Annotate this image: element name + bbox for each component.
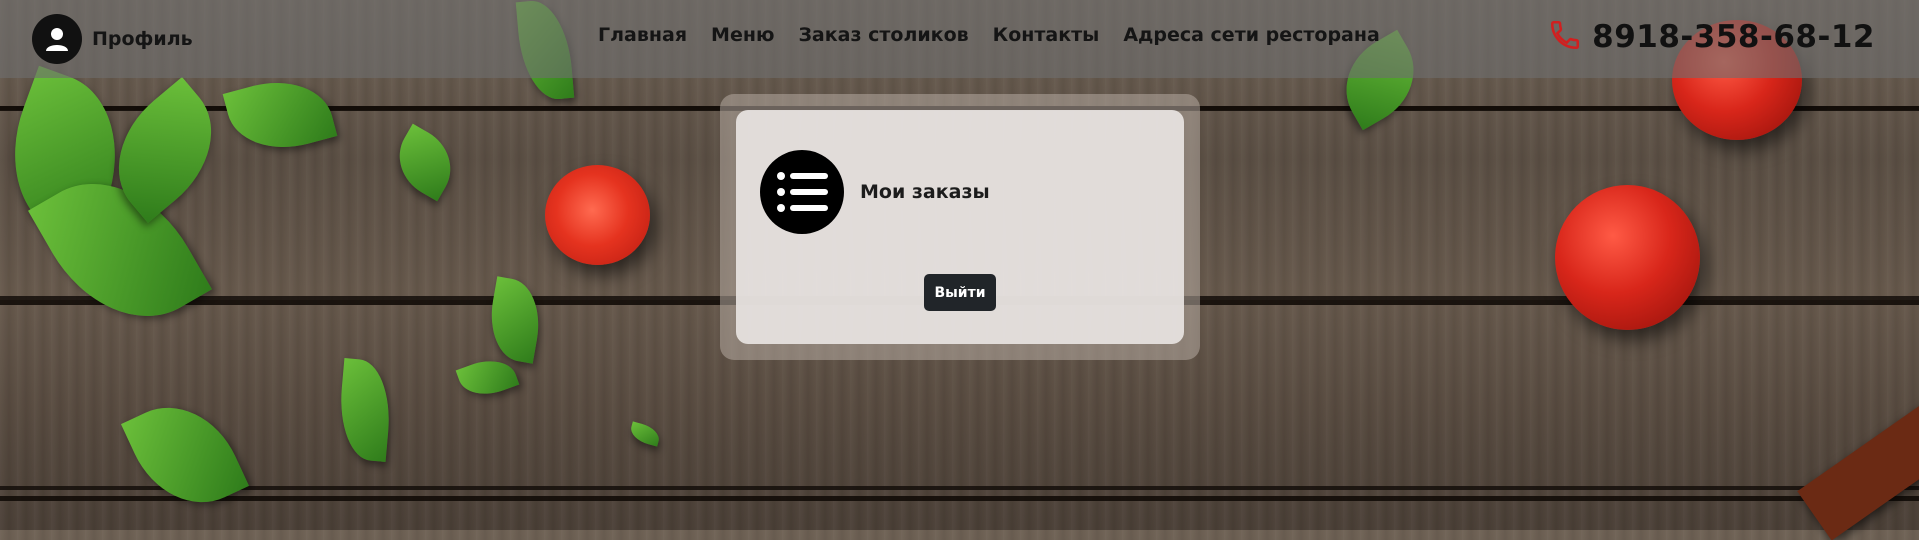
basil-leaf bbox=[628, 421, 662, 447]
basil-leaf bbox=[222, 68, 338, 162]
nav-restaurant-addresses[interactable]: Адреса сети ресторана bbox=[1123, 24, 1380, 46]
header-bar: Профиль Главная Меню Заказ столиков Конт… bbox=[0, 0, 1919, 78]
basil-leaf bbox=[335, 358, 395, 462]
basil-leaf bbox=[385, 123, 465, 202]
nav-home[interactable]: Главная bbox=[598, 24, 687, 46]
tomato-half bbox=[545, 165, 650, 265]
phone-icon bbox=[1548, 18, 1582, 56]
user-icon bbox=[32, 14, 82, 64]
nav-table-booking[interactable]: Заказ столиков bbox=[798, 24, 968, 46]
profile-link[interactable]: Профиль bbox=[32, 14, 193, 64]
nav-menu[interactable]: Меню bbox=[711, 24, 774, 46]
phone-number[interactable]: 8918-358-68-12 bbox=[1592, 19, 1875, 55]
my-orders-label: Мои заказы bbox=[860, 181, 990, 203]
cutting-board-edge bbox=[1797, 399, 1919, 540]
main-nav: Главная Меню Заказ столиков Контакты Адр… bbox=[598, 24, 1380, 46]
board-seam bbox=[0, 496, 1919, 501]
nav-contacts[interactable]: Контакты bbox=[993, 24, 1100, 46]
list-icon bbox=[760, 150, 844, 234]
tomato bbox=[1555, 185, 1700, 330]
basil-leaf bbox=[120, 386, 250, 524]
basil-leaf bbox=[455, 351, 520, 404]
my-orders-link[interactable]: Мои заказы bbox=[760, 150, 990, 234]
basil-leaf bbox=[483, 276, 547, 364]
logout-button[interactable]: Выйти bbox=[924, 274, 996, 311]
profile-label: Профиль bbox=[92, 28, 193, 50]
phone-contact[interactable]: 8918-358-68-12 bbox=[1548, 18, 1875, 56]
